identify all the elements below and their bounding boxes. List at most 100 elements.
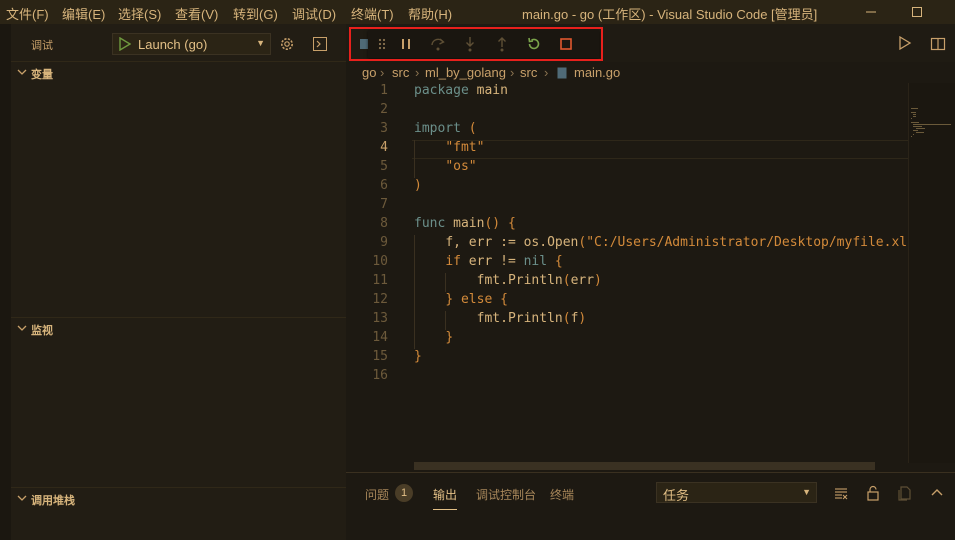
minimap-line [911,136,912,137]
chevron-right-icon: › [415,65,420,80]
breadcrumb-item[interactable]: src [520,65,537,80]
code-text: "fmt" [445,140,485,155]
annotation-highlight-box [349,27,603,61]
menu-go[interactable]: 转到(G) [233,4,278,23]
minimap-line [911,118,912,119]
minimap-line [913,130,919,131]
call-stack-section-header[interactable]: 调用堆栈 [11,487,346,509]
gear-icon[interactable] [279,36,295,52]
run-icon[interactable] [898,36,912,50]
problems-count-badge: 1 [395,484,413,502]
code-line[interactable]: 4 "fmt" [346,140,908,159]
menu-selection[interactable]: 选择(S) [118,4,161,23]
code-editor[interactable]: 1 package main 2 3 import (4 "fmt" 5 "os" 6) 7 8… [346,83,908,463]
code-line[interactable]: 11 fmt.Println(err) [346,273,908,292]
maximize-button[interactable] [894,0,940,24]
clear-output-icon[interactable] [833,485,849,501]
code-line[interactable]: 16 [346,368,908,387]
code-line[interactable]: 2 [346,102,908,121]
chevron-down-icon [17,69,27,75]
breadcrumb-item-file[interactable]: main.go [574,65,620,80]
code-line[interactable]: 15} [346,349,908,368]
code-line[interactable]: 6) [346,178,908,197]
code-line[interactable]: 1 package main [346,83,908,102]
minimize-icon [866,11,876,13]
code-text: import ( [414,121,477,136]
line-number: 3 [380,121,388,136]
code-text: } else { [445,292,508,307]
menu-help[interactable]: 帮助(H) [408,4,452,23]
output-channel-label: 任务 [663,488,690,503]
bottom-panel: 问题 1 输出 调试控制台 终端 任务 ▼ [346,472,955,540]
breadcrumb-item[interactable]: src [392,65,409,80]
minimap-line [911,122,919,123]
menu-view[interactable]: 查看(V) [175,4,218,23]
line-number: 8 [380,216,388,231]
code-line[interactable]: 5 "os" [346,159,908,178]
code-text: } [445,330,454,345]
window-title: main.go - go (工作区) - Visual Studio Code … [522,7,818,22]
code-text: } [414,349,422,364]
code-line[interactable]: 13 fmt.Println(f) [346,311,908,330]
minimap[interactable] [908,83,955,463]
tab-output[interactable]: 输出 [433,486,457,503]
minimize-button[interactable] [848,0,894,24]
lock-icon[interactable] [865,485,881,501]
code-line[interactable]: 10 if err != nil { [346,254,908,273]
line-number: 6 [380,178,388,193]
minimap-line [913,124,951,125]
line-number: 7 [380,197,388,212]
active-tab-indicator [433,509,457,510]
menu-file[interactable]: 文件(F) [6,4,49,23]
code-text: package main [414,83,508,98]
minimap-line [913,134,914,135]
watch-section-header[interactable]: 监视 [11,317,346,339]
horizontal-scrollbar[interactable] [414,462,875,470]
chevron-up-icon[interactable] [929,485,945,501]
code-text: f, err := os.Open("C:/Users/Administrato… [445,235,908,250]
launch-config-label: Launch (go) [138,37,208,52]
breadcrumb-item[interactable]: go [362,65,376,80]
code-text: ) [414,178,422,193]
minimap-line [913,114,917,115]
line-number: 14 [372,330,388,345]
minimap-line [911,108,919,109]
debug-console-icon[interactable] [312,36,328,52]
go-file-icon [557,67,567,79]
launch-config-select[interactable]: Launch (go) ▼ [112,33,271,55]
tab-terminal[interactable]: 终端 [550,486,574,503]
chevron-down-icon [17,495,27,501]
line-number: 9 [380,235,388,250]
variables-section-header[interactable]: 变量 [11,61,346,83]
line-number: 1 [380,83,388,98]
line-number: 5 [380,159,388,174]
menu-terminal[interactable]: 终端(T) [351,4,394,23]
minimap-line [915,128,926,129]
line-number: 11 [372,273,388,288]
code-line[interactable]: 9 f, err := os.Open("C:/Users/Administra… [346,235,908,254]
code-line[interactable]: 7 [346,197,908,216]
tab-problems[interactable]: 问题 [365,486,389,503]
line-number: 2 [380,102,388,117]
code-line[interactable]: 3 import ( [346,121,908,140]
output-channel-select[interactable]: 任务 ▼ [656,482,817,503]
code-line[interactable]: 12 } else { [346,292,908,311]
line-number: 13 [372,311,388,326]
code-line[interactable]: 8 func main() { [346,216,908,235]
code-text: fmt.Println(err) [476,273,602,288]
code-line[interactable]: 14 } [346,330,908,349]
code-text: if err != nil { [445,254,563,269]
line-number: 12 [372,292,388,307]
open-in-editor-icon[interactable] [897,485,913,501]
tab-debug-console[interactable]: 调试控制台 [476,486,536,503]
menu-edit[interactable]: 编辑(E) [62,4,105,23]
breadcrumb-item[interactable]: ml_by_golang [425,65,506,80]
activity-bar [0,24,11,540]
code-text: fmt.Println(f) [476,311,587,326]
minimap-line [913,126,923,127]
menu-debug[interactable]: 调试(D) [292,4,336,23]
split-editor-icon[interactable] [930,36,946,52]
minimap-line [915,132,925,133]
line-number: 15 [372,349,388,364]
start-debugging-icon[interactable] [119,37,131,51]
